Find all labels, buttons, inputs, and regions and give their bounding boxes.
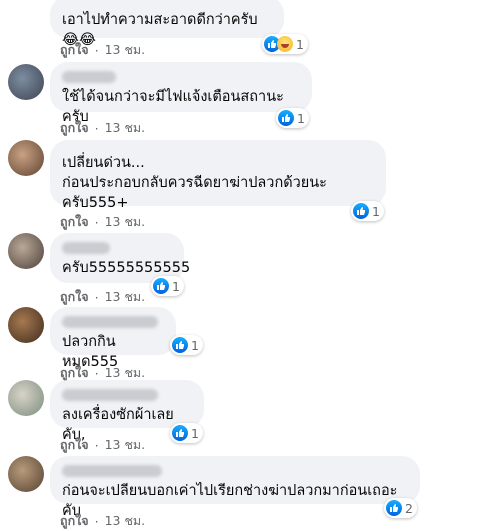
comment-actions: ถูกใจ · 13 ชม.	[60, 40, 145, 60]
author-name-blurred[interactable]	[62, 389, 158, 401]
author-name-blurred[interactable]	[62, 465, 162, 477]
timestamp[interactable]: 13 ชม.	[105, 435, 146, 455]
comment-bubble: ลงเครื่องซักผ้าเลยคับ,	[50, 380, 204, 443]
avatar[interactable]	[8, 456, 44, 492]
reaction-summary[interactable]: 1	[276, 108, 309, 128]
reaction-summary[interactable]: 1	[262, 34, 308, 54]
separator-dot: ·	[94, 289, 99, 305]
separator-dot: ·	[94, 365, 99, 381]
comment-actions: ถูกใจ · 13 ชม.	[60, 511, 145, 531]
like-link[interactable]: ถูกใจ	[60, 287, 89, 307]
reaction-count: 1	[191, 337, 199, 353]
avatar[interactable]	[8, 64, 44, 100]
comment-actions: ถูกใจ · 13 ชม.	[60, 118, 145, 138]
separator-dot: ·	[94, 214, 99, 230]
reaction-summary[interactable]: 1	[170, 423, 203, 443]
reaction-summary[interactable]: 2	[384, 498, 417, 518]
avatar[interactable]	[8, 233, 44, 269]
separator-dot: ·	[94, 120, 99, 136]
timestamp[interactable]: 13 ชม.	[105, 40, 146, 60]
comment-actions: ถูกใจ · 13 ชม.	[60, 287, 145, 307]
reaction-summary[interactable]: 1	[151, 276, 184, 296]
timestamp[interactable]: 13 ชม.	[105, 212, 146, 232]
comment-bubble: เปลี่ยนด่วน... ก่อนประกอบกลับควรฉีดยาฆ่า…	[50, 140, 386, 211]
like-link[interactable]: ถูกใจ	[60, 118, 89, 138]
author-name-blurred[interactable]	[62, 316, 158, 328]
separator-dot: ·	[94, 513, 99, 529]
reaction-count: 2	[405, 500, 413, 516]
separator-dot: ·	[94, 437, 99, 453]
timestamp[interactable]: 13 ชม.	[105, 511, 146, 531]
reaction-count: 1	[296, 36, 304, 52]
comment-actions: ถูกใจ · 13 ชม.	[60, 435, 145, 455]
timestamp[interactable]: 13 ชม.	[105, 118, 146, 138]
separator-dot: ·	[94, 42, 99, 58]
reaction-count: 1	[172, 278, 180, 294]
reaction-count: 1	[372, 203, 380, 219]
avatar[interactable]	[8, 140, 44, 176]
reaction-count: 1	[191, 425, 199, 441]
avatar[interactable]	[8, 380, 44, 416]
avatar[interactable]	[8, 307, 44, 343]
like-reaction-icon	[353, 203, 369, 219]
like-reaction-icon	[172, 337, 188, 353]
timestamp[interactable]: 13 ชม.	[105, 287, 146, 307]
reaction-count: 1	[297, 110, 305, 126]
like-reaction-icon	[153, 278, 169, 294]
comment-bubble: เอาไปทำความสะอาดดีกว่าครับ😂😂	[50, 0, 284, 48]
like-reaction-icon	[278, 110, 294, 126]
comment-actions: ถูกใจ · 13 ชม.	[60, 212, 145, 232]
haha-reaction-icon	[277, 36, 293, 52]
like-link[interactable]: ถูกใจ	[60, 212, 89, 232]
like-link[interactable]: ถูกใจ	[60, 435, 89, 455]
author-name-blurred[interactable]	[62, 242, 110, 254]
comment-bubble: ปลวกกินหมด555	[50, 307, 176, 370]
comment-bubble: ใช้ได้จนกว่าจะมีไฟแจ้งเตือนสถานะครับ	[50, 62, 312, 125]
comment-text: เปลี่ยนด่วน... ก่อนประกอบกลับควรฉีดยาฆ่า…	[62, 155, 327, 211]
comment-bubble: ก่อนจะเปลียนบอกเค่าไปเรียกช่างฆ่าปลวกมาก…	[50, 456, 420, 519]
reaction-summary[interactable]: 1	[170, 335, 203, 355]
author-name-blurred[interactable]	[62, 71, 116, 83]
like-link[interactable]: ถูกใจ	[60, 40, 89, 60]
like-reaction-icon	[172, 425, 188, 441]
like-reaction-icon	[386, 500, 402, 516]
reaction-summary[interactable]: 1	[351, 201, 384, 221]
like-link[interactable]: ถูกใจ	[60, 511, 89, 531]
comment-text: ครับ55555555555	[62, 260, 191, 276]
